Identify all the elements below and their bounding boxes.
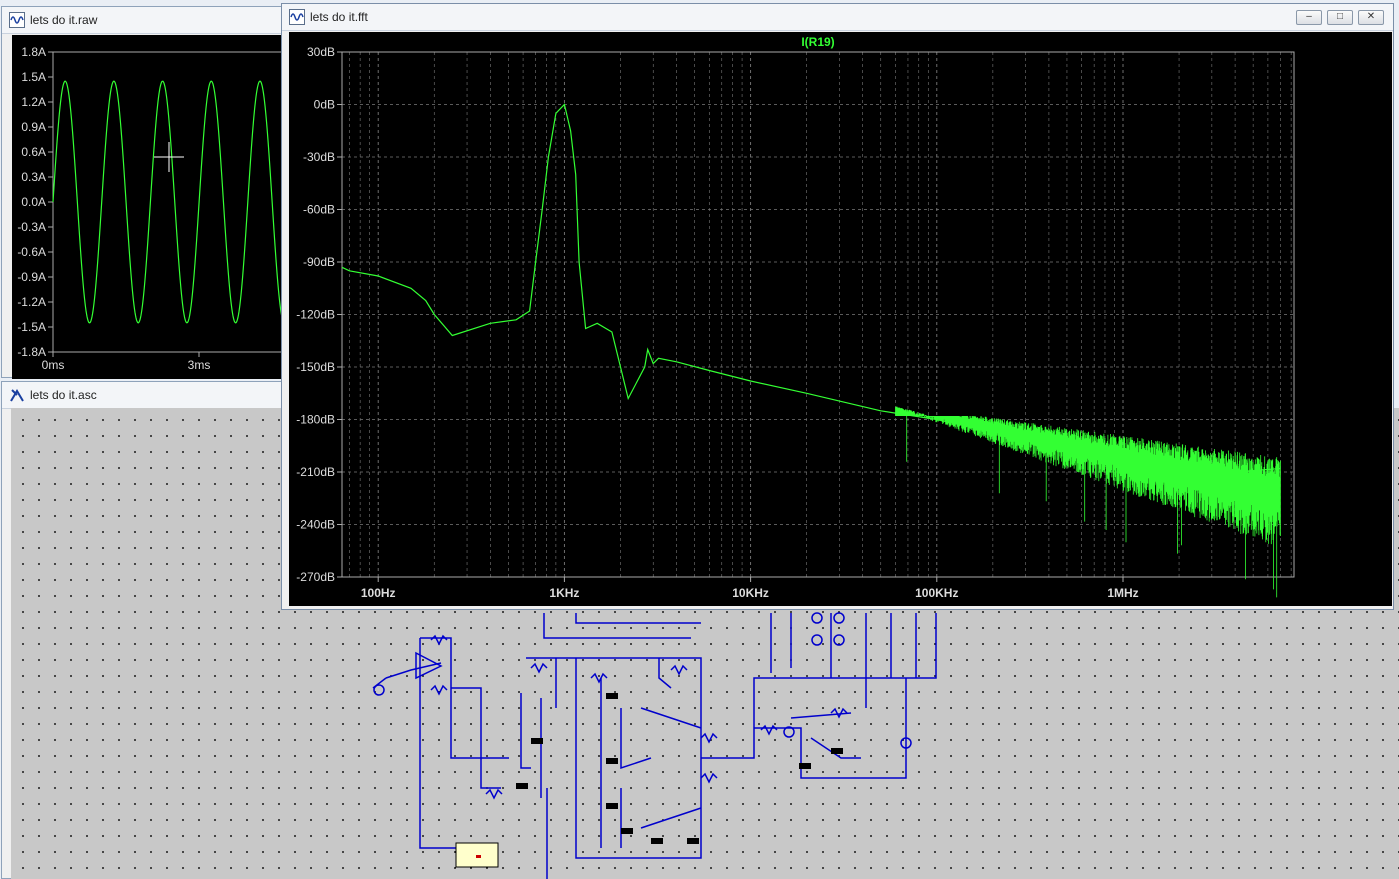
schematic-window-titlebar[interactable]: lets do it.asc: [2, 382, 286, 409]
fft-y-tick-label: 30dB: [307, 45, 335, 59]
fft-window-title: lets do it.fft: [310, 10, 368, 24]
waveform-y-tick-label: -1.5A: [17, 320, 46, 334]
schematic-window-title: lets do it.asc: [30, 388, 97, 402]
waveform-y-tick-label: 1.5A: [21, 70, 46, 84]
fft-y-tick-label: -240dB: [296, 518, 335, 532]
maximize-button[interactable]: □: [1327, 10, 1353, 25]
fft-x-tick-label: 1MHz: [1107, 586, 1138, 600]
waveform-y-tick-label: 1.8A: [21, 45, 46, 59]
waveform-series-line: [52, 80, 289, 324]
fft-noise-band: [895, 406, 1281, 598]
waveform-y-tick-label: 0.0A: [21, 195, 46, 209]
fft-icon: [289, 9, 305, 25]
fft-y-tick-label: -270dB: [296, 570, 335, 584]
fft-y-tick-label: 0dB: [314, 98, 335, 112]
waveform-y-tick-label: 0.6A: [21, 145, 46, 159]
waveform-y-tick-label: -0.6A: [17, 245, 46, 259]
waveform-y-tick-label: -1.2A: [17, 295, 46, 309]
waveform-chart[interactable]: 1.8A 1.5A 1.2A 0.9A 0.6A 0.3A 0.0A -0.3A -0.6A -0…: [12, 35, 289, 379]
minimize-button[interactable]: –: [1296, 10, 1322, 25]
waveform-y-tick-label: -0.9A: [17, 270, 46, 284]
waveform-window[interactable]: lets do it.raw 1.8A 1.5A 1.2A 0.9A 0.6A 0.3A 0…: [1, 6, 289, 379]
fft-y-tick-label: -120dB: [296, 308, 335, 322]
waveform-window-titlebar[interactable]: lets do it.raw: [2, 7, 286, 34]
waveform-icon: [9, 12, 25, 28]
waveform-plot[interactable]: 1.8A 1.5A 1.2A 0.9A 0.6A 0.3A 0.0A -0.3A -0.6A -0…: [12, 35, 289, 379]
waveform-frame: [52, 51, 289, 353]
waveform-y-tick-label: -0.3A: [17, 220, 46, 234]
waveform-x-tick-label: 3ms: [188, 358, 211, 372]
fft-y-tick-label: -90dB: [303, 255, 335, 269]
fft-chart[interactable]: I(R19) 30dB 0dB -30dB -60dB -90dB -120dB -150dB…: [289, 32, 1392, 606]
waveform-y-tick-label: -1.8A: [17, 345, 46, 359]
fft-plot[interactable]: I(R19) 30dB 0dB -30dB -60dB -90dB -120dB -150dB…: [289, 32, 1392, 606]
fft-y-tick-label: -30dB: [303, 150, 335, 164]
waveform-x-tick-label: 0ms: [42, 358, 65, 372]
fft-chart-title: I(R19): [801, 35, 834, 49]
fft-x-tick-label: 10KHz: [732, 586, 769, 600]
fft-y-tick-label: -60dB: [303, 203, 335, 217]
waveform-y-tick-label: 0.3A: [21, 170, 46, 184]
fft-y-tick-label: -150dB: [296, 360, 335, 374]
fft-x-tick-label: 100KHz: [915, 586, 958, 600]
waveform-window-title: lets do it.raw: [30, 13, 98, 27]
fft-y-tick-label: -210dB: [296, 465, 335, 479]
waveform-y-tick-label: 1.2A: [21, 95, 46, 109]
fft-x-tick-label: 100Hz: [361, 586, 396, 600]
fft-window-titlebar[interactable]: lets do it.fft – □ ✕: [282, 4, 1393, 31]
schematic-icon: [10, 389, 24, 402]
fft-series-line: [341, 103, 1281, 473]
fft-window[interactable]: lets do it.fft – □ ✕ I(R19) 30dB 0dB -30dB -…: [281, 3, 1394, 610]
close-button[interactable]: ✕: [1358, 10, 1384, 25]
fft-y-tick-label: -180dB: [296, 413, 335, 427]
fft-x-tick-label: 1KHz: [549, 586, 579, 600]
waveform-y-tick-label: 0.9A: [21, 120, 46, 134]
